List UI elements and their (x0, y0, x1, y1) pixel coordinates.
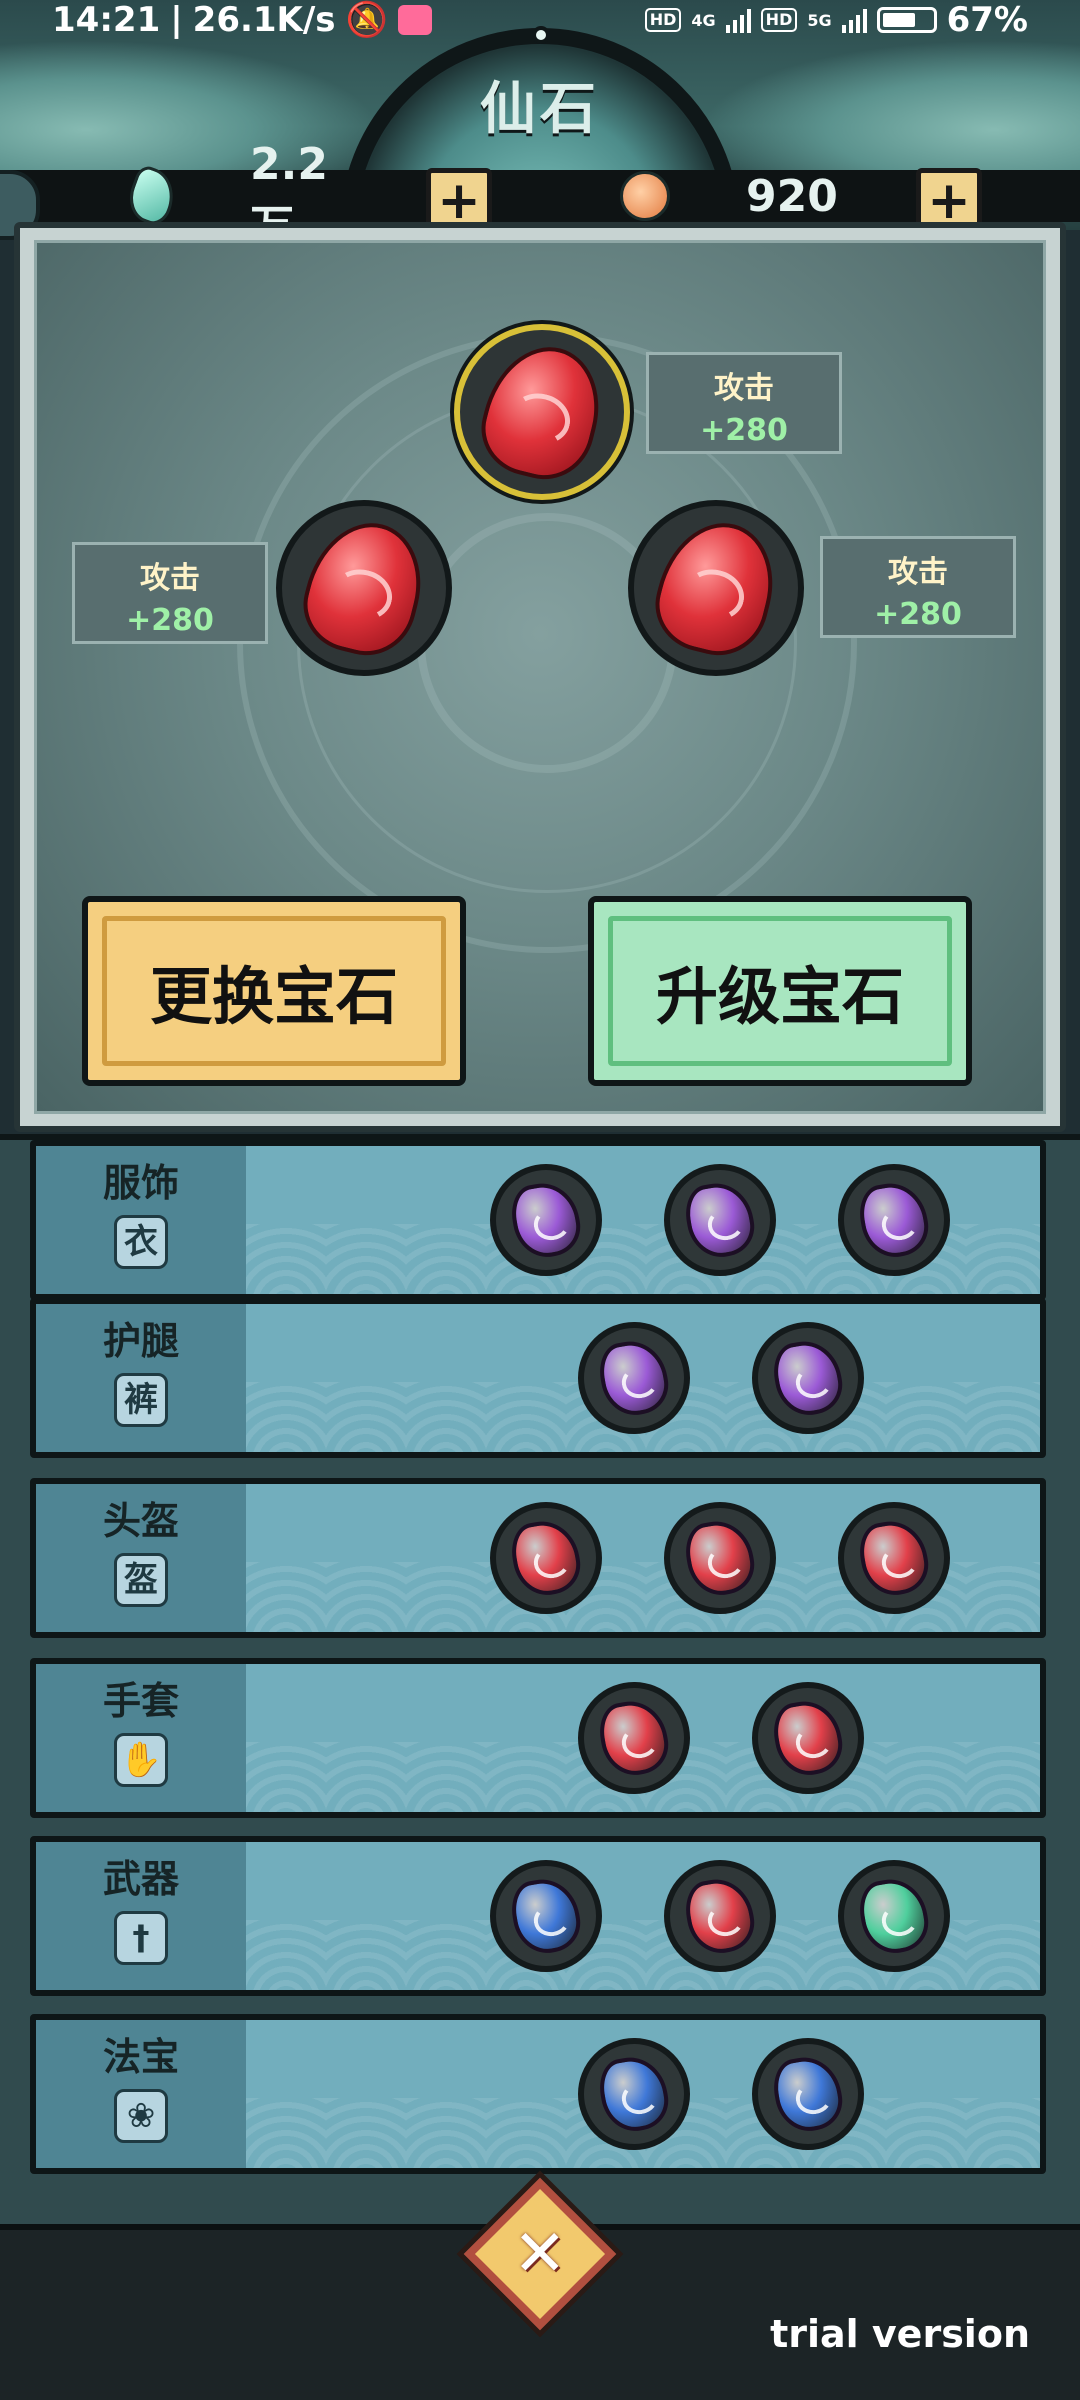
equipment-row[interactable]: 武器 † (30, 1836, 1046, 1996)
stat-value: +280 (126, 603, 214, 638)
red-gem-icon (769, 1695, 847, 1781)
equipment-row[interactable]: 法宝 ❀ (30, 2014, 1046, 2174)
red-gem-icon (595, 1695, 673, 1781)
orb-icon (620, 171, 670, 221)
gem-socket[interactable] (752, 2038, 864, 2150)
slot-label-area: 护腿裤 (36, 1304, 246, 1452)
status-speed: 26.1K/s (192, 0, 336, 40)
glove-icon: ✋ (114, 1733, 168, 1787)
gem-socket[interactable] (490, 1860, 602, 1972)
robe-icon: 衣 (114, 1215, 168, 1269)
gem-socket[interactable] (578, 2038, 690, 2150)
gem-socket[interactable] (838, 1502, 950, 1614)
slot-label-area: 武器 † (36, 1842, 246, 1990)
slot-label: 服饰 (102, 1161, 179, 1205)
stat-name: 攻击 (714, 371, 774, 406)
signal-icon (725, 7, 751, 33)
gem-socket[interactable] (664, 1502, 776, 1614)
upgrade-gem-label: 升级宝石 (655, 960, 904, 1033)
mute-icon: 🔕 (345, 0, 388, 40)
stat-box-right: 攻击 +280 (820, 536, 1016, 638)
gem-socket[interactable] (752, 1682, 864, 1794)
jade-icon (122, 163, 182, 229)
status-time: 14:21 (52, 0, 161, 40)
slot-label-area: 法宝 ❀ (36, 2020, 246, 2168)
slot-label-area: 手套 ✋ (36, 1664, 246, 1812)
gem-socket[interactable] (838, 1860, 950, 1972)
slot-label-area: 服饰衣 (36, 1146, 246, 1294)
battery-percent: 67% (946, 0, 1028, 40)
gem-socket[interactable] (578, 1682, 690, 1794)
lotus-icon: ❀ (114, 2089, 168, 2143)
gem-socket-top[interactable] (454, 324, 630, 500)
slot-label: 手套 (102, 1679, 179, 1723)
slot-label-area: 头盔盔 (36, 1484, 246, 1632)
orb-amount: 920 (746, 170, 838, 222)
purple-gem-icon (681, 1177, 759, 1263)
gem-socket[interactable] (664, 1860, 776, 1972)
helmet-icon: 盔 (114, 1553, 168, 1607)
network-5g-label: 5G (807, 10, 832, 30)
ruby-gem-icon (645, 510, 787, 666)
purple-gem-icon (507, 1177, 585, 1263)
trial-version-label: trial version (770, 2312, 1030, 2356)
network-4g-label: 4G (691, 10, 716, 30)
gem-socket[interactable] (490, 1164, 602, 1276)
red-gem-icon (507, 1515, 585, 1601)
gem-socket[interactable] (752, 1322, 864, 1434)
stat-name: 攻击 (888, 555, 948, 590)
equipment-row[interactable]: 服饰衣 (30, 1140, 1046, 1300)
equipment-row[interactable]: 护腿裤 (30, 1298, 1046, 1458)
green-gem-icon (855, 1873, 933, 1959)
purple-gem-icon (595, 1335, 673, 1421)
ruby-gem-icon (471, 334, 613, 490)
blue-gem-icon (769, 2051, 847, 2137)
sword-icon: † (114, 1911, 168, 1965)
slot-label: 头盔 (102, 1499, 179, 1543)
gem-socket-left[interactable] (276, 500, 452, 676)
stat-name: 攻击 (140, 561, 200, 596)
currency-jade: 2.2万 (122, 139, 370, 252)
slot-label: 法宝 (102, 2035, 179, 2079)
gem-socket-right[interactable] (628, 500, 804, 676)
replace-gem-button[interactable]: 更换宝石 (82, 896, 466, 1086)
gem-socket[interactable] (578, 1322, 690, 1434)
ruby-gem-icon (293, 510, 435, 666)
purple-gem-icon (855, 1177, 933, 1263)
hd-badge: HD (644, 8, 682, 32)
stat-value: +280 (874, 597, 962, 632)
page-title: 仙石 (480, 77, 600, 142)
gem-socket[interactable] (490, 1502, 602, 1614)
stat-value: +280 (700, 413, 788, 448)
currency-orb: 920 (620, 166, 866, 226)
pants-icon: 裤 (114, 1373, 168, 1427)
stat-box-left: 攻击 +280 (72, 542, 268, 644)
gem-socket[interactable] (664, 1164, 776, 1276)
slot-label: 护腿 (102, 1319, 179, 1363)
equipment-row[interactable]: 手套 ✋ (30, 1658, 1046, 1818)
red-gem-icon (681, 1873, 759, 1959)
signal-icon-2 (841, 7, 867, 33)
red-gem-icon (855, 1515, 933, 1601)
status-bar: 14:21 | 26.1K/s 🔕 HD 4G HD 5G 67% (52, 0, 1028, 40)
equipment-row[interactable]: 头盔盔 (30, 1478, 1046, 1638)
close-icon: ✕ (513, 2217, 567, 2291)
upgrade-gem-button[interactable]: 升级宝石 (588, 896, 972, 1086)
app-notification-icon (397, 5, 432, 35)
hd-badge-2: HD (760, 8, 798, 32)
purple-gem-icon (769, 1335, 847, 1421)
battery-icon (876, 7, 937, 33)
blue-gem-icon (507, 1873, 585, 1959)
replace-gem-label: 更换宝石 (149, 960, 398, 1033)
slot-label: 武器 (102, 1857, 179, 1901)
stat-box-top: 攻击 +280 (646, 352, 842, 454)
gem-socket[interactable] (838, 1164, 950, 1276)
red-gem-icon (681, 1515, 759, 1601)
blue-gem-icon (595, 2051, 673, 2137)
